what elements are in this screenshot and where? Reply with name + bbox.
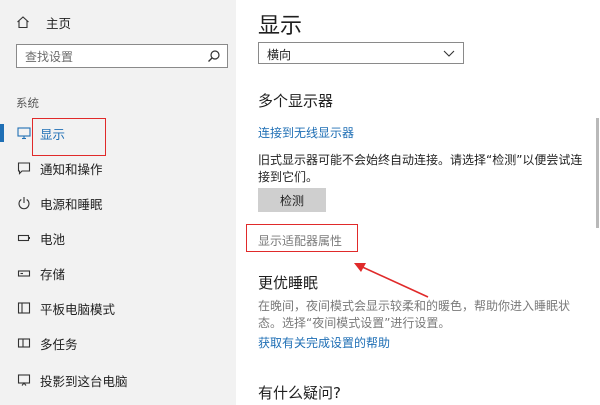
orientation-value: 横向 bbox=[267, 48, 292, 62]
scrollbar[interactable] bbox=[594, 0, 600, 405]
sidebar-item-multitasking[interactable]: 多任务 bbox=[0, 328, 236, 358]
battery-icon bbox=[17, 234, 30, 242]
night-mode-description: 在晚间，夜间模式会显示较柔和的暖色，帮助你进入睡眠状态。选择“夜间模式设置”进行… bbox=[258, 299, 571, 330]
detect-description: 旧式显示器可能不会始终自动连接。请选择“检测”以便尝试连接到它们。 bbox=[258, 153, 583, 184]
sidebar-item-label: 投影到这台电脑 bbox=[40, 373, 128, 389]
settings-search-box[interactable]: 查找设置 bbox=[16, 44, 228, 68]
search-icon[interactable] bbox=[207, 49, 221, 63]
monitor-icon bbox=[17, 127, 31, 140]
sidebar-item-tablet-mode[interactable]: 平板电脑模式 bbox=[0, 293, 236, 323]
sidebar-item-battery[interactable]: 电池 bbox=[0, 223, 236, 253]
detect-button[interactable]: 检测 bbox=[258, 188, 326, 212]
sidebar-item-label: 电池 bbox=[40, 231, 66, 247]
sidebar-item-notifications[interactable]: 通知和操作 bbox=[0, 153, 236, 183]
search-placeholder: 查找设置 bbox=[25, 50, 74, 64]
tablet-mode-icon bbox=[17, 302, 31, 314]
sidebar-item-project[interactable]: 投影到这台电脑 bbox=[0, 365, 236, 395]
notification-icon bbox=[17, 162, 31, 175]
annotation-box-display bbox=[32, 118, 106, 156]
chevron-down-icon bbox=[443, 50, 455, 57]
main-content: 显示 横向 多个显示器 连接到无线显示器 旧式显示器可能不会始终自动连接。请选择… bbox=[236, 0, 600, 405]
sidebar-item-power[interactable]: 电源和睡眠 bbox=[0, 188, 236, 218]
question-heading: 有什么疑问? bbox=[258, 384, 341, 402]
sidebar-item-label: 存储 bbox=[40, 266, 66, 282]
multitask-icon bbox=[17, 338, 31, 348]
project-icon bbox=[17, 374, 31, 386]
page-title: 显示 bbox=[258, 14, 303, 39]
sidebar-item-label: 通知和操作 bbox=[40, 161, 103, 177]
sidebar-item-storage[interactable]: 存储 bbox=[0, 258, 236, 288]
sidebar-item-label: 多任务 bbox=[40, 336, 78, 352]
section-label-system: 系统 bbox=[16, 96, 39, 110]
storage-icon bbox=[17, 270, 31, 277]
home-label: 主页 bbox=[46, 15, 72, 31]
annotation-box-adapter bbox=[246, 224, 358, 252]
sleep-heading: 更优睡眠 bbox=[258, 274, 319, 292]
home-nav[interactable]: 主页 bbox=[16, 12, 71, 32]
orientation-dropdown[interactable]: 横向 bbox=[258, 42, 464, 64]
wireless-display-link[interactable]: 连接到无线显示器 bbox=[258, 124, 354, 141]
scroll-thumb[interactable] bbox=[596, 118, 599, 228]
home-icon bbox=[17, 16, 29, 29]
power-icon bbox=[18, 197, 30, 210]
sidebar: 主页 查找设置 系统 显示 通知和操作 电源和睡眠 电池 存储 平板电脑模式 多… bbox=[0, 0, 236, 405]
sidebar-item-label: 平板电脑模式 bbox=[40, 301, 116, 317]
sidebar-item-label: 电源和睡眠 bbox=[40, 196, 103, 212]
help-link[interactable]: 获取有关完成设置的帮助 bbox=[258, 334, 390, 351]
multi-display-heading: 多个显示器 bbox=[258, 92, 334, 110]
